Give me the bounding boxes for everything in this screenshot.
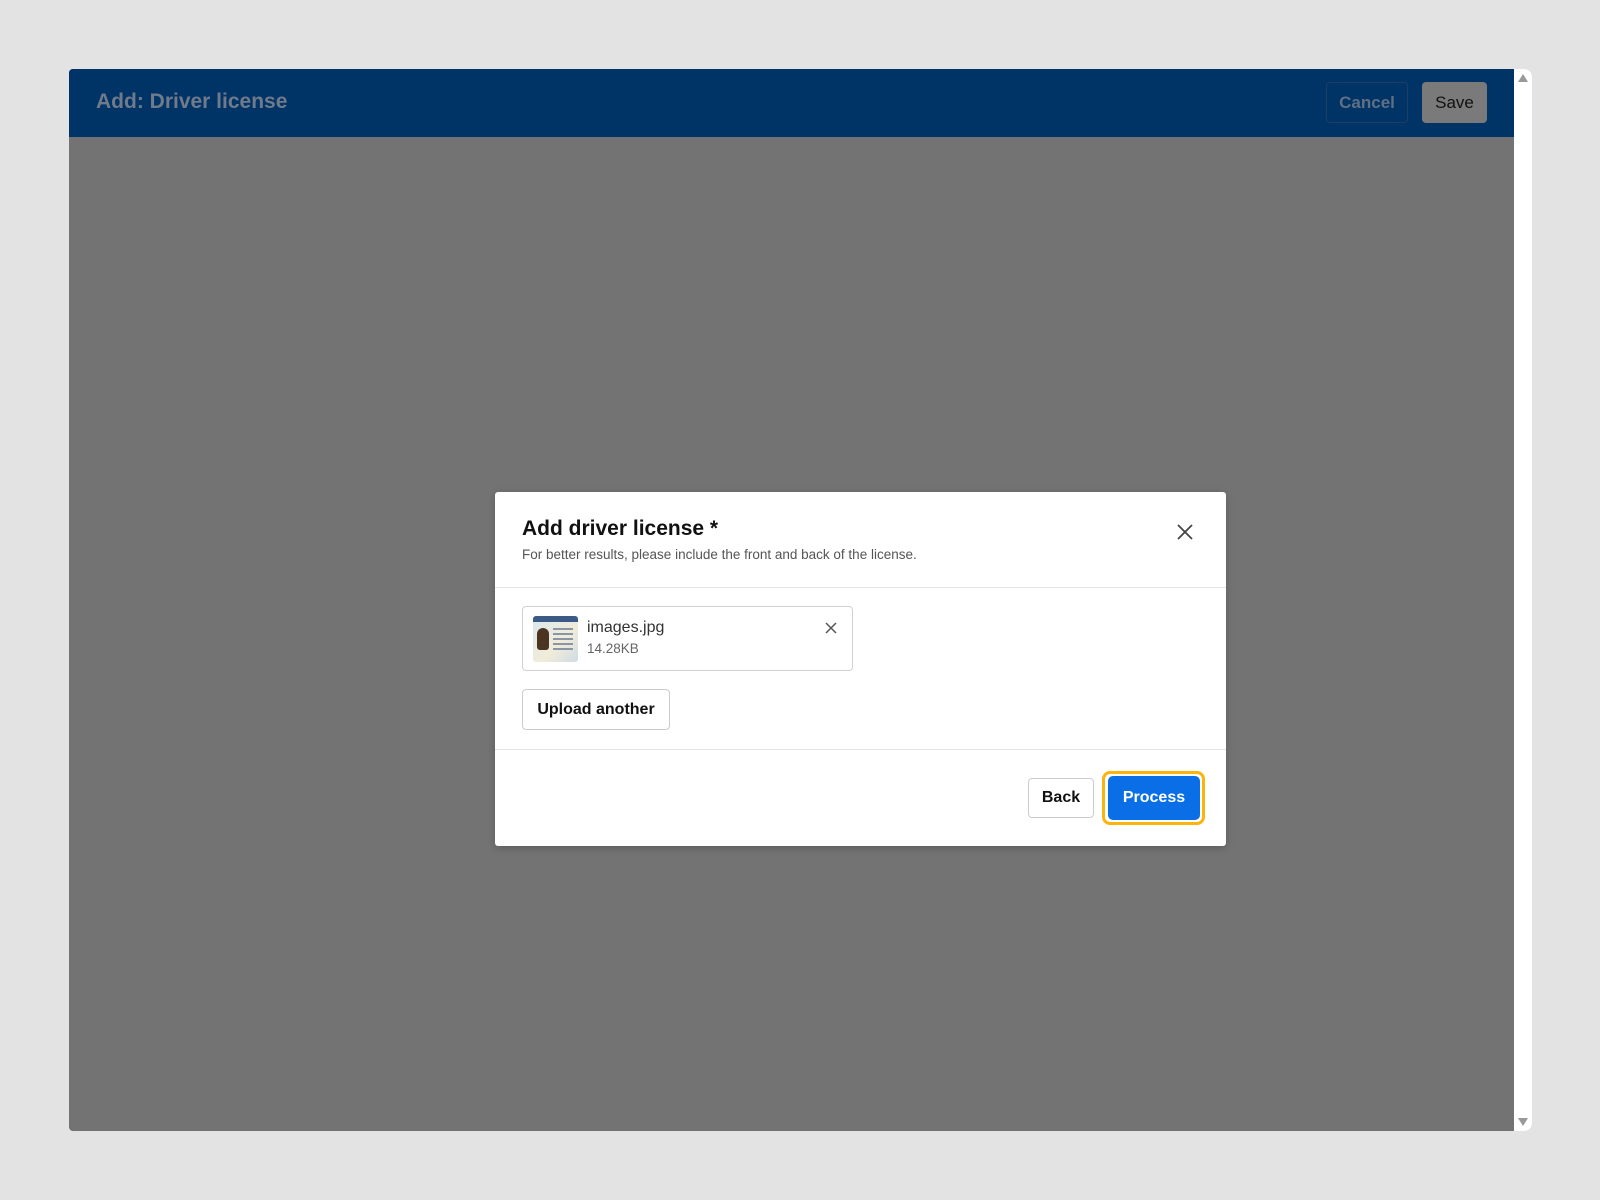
file-size: 14.28KB bbox=[587, 641, 639, 656]
scrollbar[interactable] bbox=[1514, 69, 1532, 1131]
uploaded-file-card: images.jpg 14.28KB bbox=[522, 606, 853, 671]
divider bbox=[495, 749, 1226, 750]
back-button[interactable]: Back bbox=[1028, 778, 1094, 818]
process-button[interactable]: Process bbox=[1108, 776, 1200, 820]
dialog-subtitle: For better results, please include the f… bbox=[522, 547, 917, 562]
app-window: Add: Driver license Cancel Save Add driv… bbox=[69, 69, 1514, 1131]
add-driver-license-dialog: Add driver license * For better results,… bbox=[495, 492, 1226, 846]
save-button[interactable]: Save bbox=[1422, 82, 1487, 123]
close-icon[interactable] bbox=[1173, 520, 1197, 544]
dialog-title: Add driver license * bbox=[522, 517, 719, 540]
cancel-button[interactable]: Cancel bbox=[1326, 82, 1408, 123]
page-title: Add: Driver license bbox=[96, 90, 288, 113]
remove-file-icon[interactable] bbox=[823, 620, 839, 636]
license-thumbnail bbox=[533, 616, 578, 662]
file-name: images.jpg bbox=[587, 619, 665, 636]
triangle-down-icon[interactable] bbox=[1518, 1118, 1528, 1126]
divider bbox=[495, 587, 1226, 588]
page-header: Add: Driver license Cancel Save bbox=[69, 69, 1514, 137]
triangle-up-icon[interactable] bbox=[1518, 74, 1528, 82]
upload-another-button[interactable]: Upload another bbox=[522, 689, 670, 730]
